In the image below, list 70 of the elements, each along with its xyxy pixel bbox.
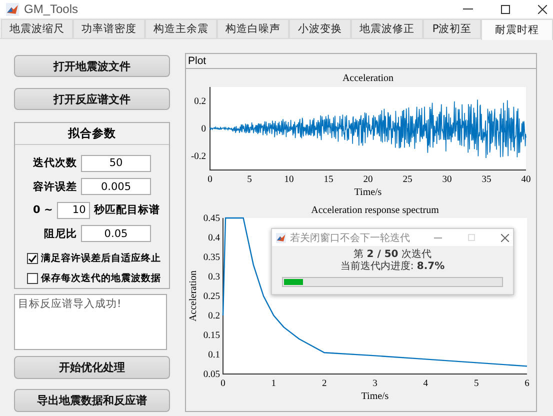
- tick-label: 0: [201, 124, 206, 134]
- panel-title: 拟合参数: [15, 123, 169, 145]
- action-button[interactable]: 导出地震数据和反应谱: [14, 389, 170, 412]
- tick-label: 2: [322, 379, 327, 389]
- input-field[interactable]: 0.005: [81, 178, 151, 196]
- tab[interactable]: 耐震时程: [481, 19, 553, 40]
- checkbox-label: 保存每次迭代的地震波数据: [41, 272, 161, 285]
- field-label: 阻尼比: [43, 226, 77, 241]
- tab[interactable]: 小波变换: [289, 19, 351, 38]
- open-file-button[interactable]: 打开地震波文件: [14, 55, 170, 77]
- tick-label: 0.3: [208, 272, 220, 282]
- action-button[interactable]: 开始优化处理: [14, 356, 170, 379]
- tab[interactable]: 地震波缩尺: [1, 19, 73, 38]
- tick-label: 30: [442, 175, 452, 185]
- axis-label: Time/s: [354, 187, 382, 198]
- tick-label: 0.35: [203, 253, 220, 263]
- tick-label: 40: [521, 175, 531, 185]
- tick-label: 15: [324, 175, 334, 185]
- field-label: 0 ~: [33, 204, 53, 216]
- tab[interactable]: 地震波修正: [351, 19, 423, 38]
- tick-label: 6: [524, 379, 530, 389]
- tick-label: 5: [474, 379, 479, 389]
- tick-label: 5: [247, 175, 252, 185]
- progress-text: 当前迭代内进度: 8.7%: [339, 261, 446, 273]
- tick-label: 0.45: [203, 214, 220, 224]
- app-icon: [276, 232, 286, 242]
- field-label: 秒匹配目标谱: [94, 203, 160, 218]
- input-field[interactable]: 50: [81, 154, 151, 172]
- tick-label: 0: [220, 379, 226, 389]
- chart-title: Acceleration response spectrum: [311, 205, 439, 216]
- dialog-title: 若关闭窗口不会下一轮迭代: [290, 232, 411, 244]
- axis-label: Acceleration: [188, 270, 199, 322]
- tick-label: 4: [423, 379, 428, 389]
- tick-label: 35: [482, 175, 492, 185]
- tick-label: -0.2: [190, 152, 206, 162]
- iteration-text: 第 2 / 50 次迭代: [352, 249, 432, 260]
- tab[interactable]: 功率谱密度: [73, 19, 145, 38]
- open-file-button[interactable]: 打开反应谱文件: [14, 88, 170, 110]
- tick-label: 0.25: [203, 292, 220, 302]
- input-field[interactable]: 0.05: [81, 225, 151, 242]
- tick-label: 0.2: [194, 96, 206, 107]
- tick-label: 0.2: [208, 312, 220, 322]
- axis-label: Time/s: [361, 391, 389, 402]
- chart-title: Acceleration: [342, 73, 394, 84]
- tick-label: 0.05: [203, 370, 220, 380]
- field-label: 容许误差: [32, 180, 77, 194]
- tick-label: 0.4: [208, 234, 220, 244]
- tick-label: 10: [284, 175, 294, 185]
- checkbox[interactable]: [27, 253, 38, 264]
- tab[interactable]: 构造白噪声: [217, 19, 289, 38]
- field-label: 迭代次数: [32, 156, 77, 170]
- tick-label: 25: [402, 175, 412, 185]
- tick-label: 0: [208, 175, 212, 185]
- checkbox-label: 满足容许误差后自适应终止: [41, 252, 161, 266]
- tab[interactable]: P波初至: [423, 19, 481, 38]
- checkbox[interactable]: [27, 272, 38, 284]
- tick-label: 0.1: [208, 350, 220, 360]
- input-field[interactable]: 10: [56, 202, 90, 219]
- tick-label: 3: [372, 379, 378, 389]
- message-field[interactable]: 目标反应谱导入成功!: [14, 294, 167, 350]
- window-title: GM_Tools: [24, 2, 80, 16]
- tick-label: 0.15: [203, 331, 220, 341]
- close-icon[interactable]: [538, 4, 547, 14]
- panel-title: Plot: [186, 54, 536, 69]
- tab[interactable]: 构造主余震: [145, 19, 217, 38]
- close-icon[interactable]: [501, 234, 509, 242]
- tick-label: 1: [271, 379, 276, 389]
- app-icon: [6, 2, 19, 16]
- maximize-icon[interactable]: [501, 4, 510, 14]
- tick-label: 20: [363, 175, 373, 185]
